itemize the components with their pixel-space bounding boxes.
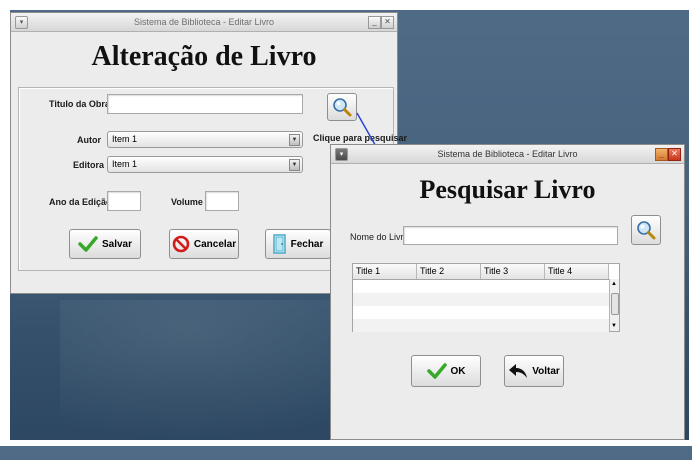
volume-label: Volume bbox=[171, 197, 203, 207]
volume-input[interactable] bbox=[205, 191, 239, 211]
table-scrollbar[interactable]: ▲ ▼ bbox=[609, 279, 619, 331]
column-header[interactable]: Title 4 bbox=[545, 264, 609, 279]
column-header[interactable]: Title 2 bbox=[417, 264, 481, 279]
ano-input[interactable] bbox=[107, 191, 141, 211]
back-arrow-icon bbox=[509, 364, 528, 378]
search-window-title: Sistema de Biblioteca - Editar Livro bbox=[437, 149, 578, 159]
editora-select-value: Item 1 bbox=[112, 159, 138, 169]
fechar-label: Fechar bbox=[290, 238, 324, 250]
scroll-thumb[interactable] bbox=[611, 293, 619, 315]
table-row[interactable] bbox=[353, 306, 609, 319]
titulo-input[interactable] bbox=[107, 94, 303, 114]
ok-label: OK bbox=[450, 365, 466, 377]
fechar-button[interactable]: Fechar bbox=[265, 229, 331, 259]
cancelar-label: Cancelar bbox=[193, 238, 237, 250]
editora-select[interactable]: Item 1 ▼ bbox=[107, 156, 303, 173]
door-icon bbox=[272, 234, 286, 254]
voltar-label: Voltar bbox=[532, 365, 560, 377]
table-row[interactable] bbox=[353, 293, 609, 306]
autor-label: Autor bbox=[77, 135, 101, 145]
ok-button[interactable]: OK bbox=[411, 355, 481, 387]
scroll-up-icon[interactable]: ▲ bbox=[611, 281, 617, 287]
table-row[interactable] bbox=[353, 280, 609, 293]
minimize-icon[interactable]: _ bbox=[655, 148, 668, 161]
cancel-icon bbox=[172, 235, 190, 253]
nome-livro-input[interactable] bbox=[403, 226, 618, 245]
search-page-title: Pesquisar Livro bbox=[419, 175, 596, 204]
edit-window-title: Sistema de Biblioteca - Editar Livro bbox=[133, 17, 275, 27]
checkmark-icon bbox=[426, 363, 447, 379]
table-row[interactable] bbox=[353, 319, 609, 332]
search-button[interactable] bbox=[631, 215, 661, 245]
screen-top-border bbox=[0, 0, 692, 10]
menu-icon[interactable]: ▾ bbox=[335, 148, 348, 161]
salvar-label: Salvar bbox=[101, 238, 133, 250]
titulo-label: Titulo da Obra bbox=[49, 99, 110, 109]
scroll-down-icon[interactable]: ▼ bbox=[611, 323, 617, 329]
close-icon[interactable]: ✕ bbox=[381, 16, 394, 29]
column-header[interactable]: Title 3 bbox=[481, 264, 545, 279]
table-header: Title 1 Title 2 Title 3 Title 4 bbox=[353, 264, 609, 280]
magnifier-icon bbox=[637, 221, 656, 240]
cancelar-button[interactable]: Cancelar bbox=[169, 229, 239, 259]
search-book-button[interactable] bbox=[327, 93, 357, 121]
search-window-titlebar[interactable]: ▾ Sistema de Biblioteca - Editar Livro _… bbox=[331, 145, 684, 164]
autor-select-value: Item 1 bbox=[112, 134, 138, 144]
search-hint-label: Clique para pesquisar bbox=[313, 133, 408, 143]
minimize-icon[interactable]: _ bbox=[368, 16, 381, 29]
magnifier-icon bbox=[333, 98, 352, 117]
nome-livro-label: Nome do Livro bbox=[350, 232, 409, 242]
screen-left-border bbox=[0, 0, 10, 446]
search-book-window: ▾ Sistema de Biblioteca - Editar Livro _… bbox=[330, 144, 685, 440]
menu-icon[interactable]: ▾ bbox=[15, 16, 28, 29]
edit-window-titlebar[interactable]: ▾ Sistema de Biblioteca - Editar Livro _… bbox=[11, 13, 397, 32]
autor-select[interactable]: Item 1 ▼ bbox=[107, 131, 303, 148]
column-header[interactable]: Title 1 bbox=[353, 264, 417, 279]
voltar-button[interactable]: Voltar bbox=[504, 355, 564, 387]
salvar-button[interactable]: Salvar bbox=[69, 229, 141, 259]
chevron-down-icon: ▼ bbox=[289, 134, 300, 146]
checkmark-icon bbox=[78, 236, 98, 252]
edit-page-title: Alteração de Livro bbox=[91, 41, 317, 72]
editora-label: Editora bbox=[73, 160, 105, 170]
results-table[interactable]: Title 1 Title 2 Title 3 Title 4 ▲ ▼ bbox=[352, 263, 620, 332]
ano-label: Ano da Edição bbox=[49, 197, 112, 207]
chevron-down-icon: ▼ bbox=[289, 159, 300, 171]
close-icon[interactable]: ✕ bbox=[668, 148, 681, 161]
